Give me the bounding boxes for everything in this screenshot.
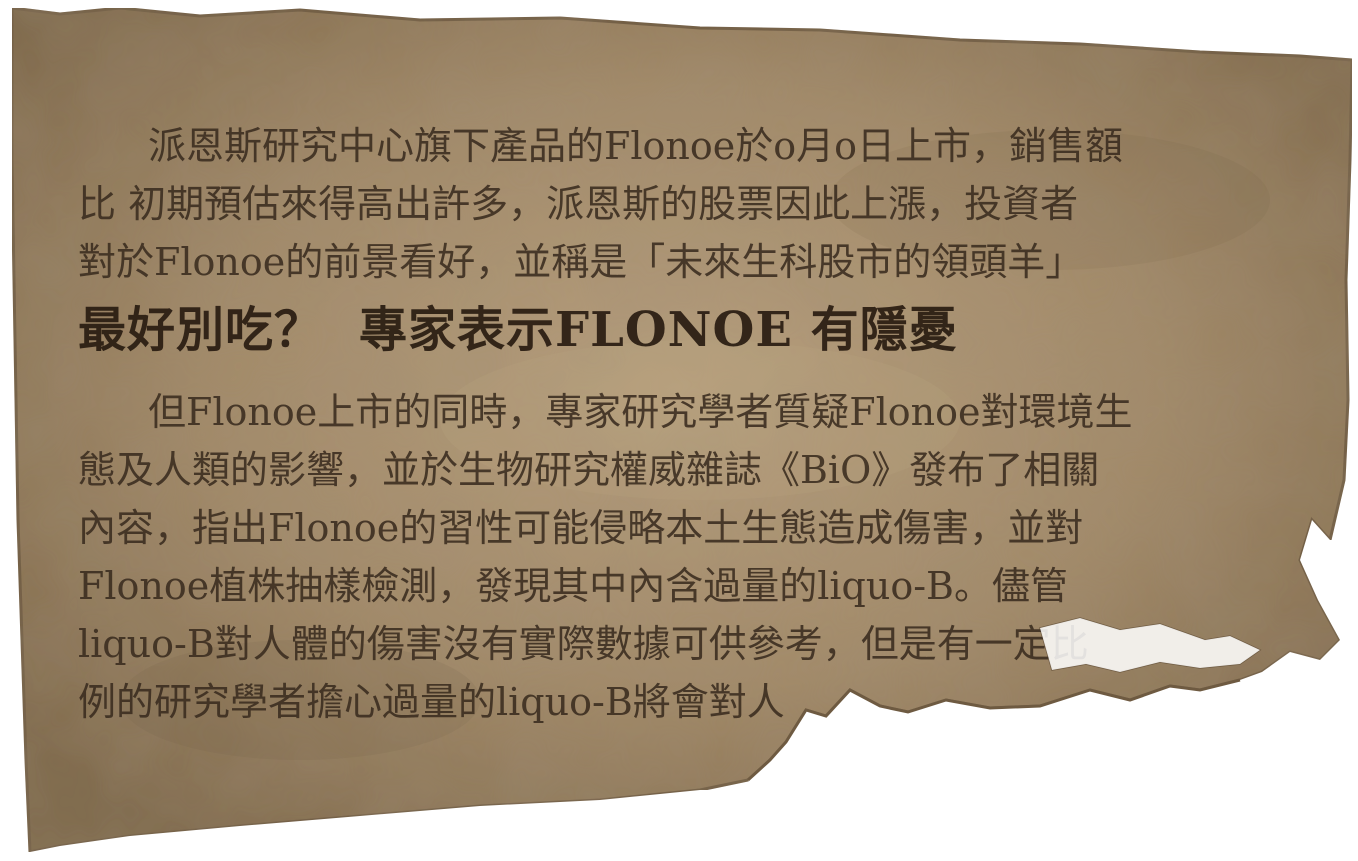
paragraph2-line5: liquo-B對人體的傷害沒有實際數據可供參考，但是有一定比: [78, 622, 1089, 666]
paragraph2-line2: 態及人類的影響，並於生物研究權威雜誌《BiO》發布了相關: [78, 448, 1100, 492]
headline-expert-warning: 專家表示FLONOE 有隱憂: [359, 302, 958, 358]
paragraph2-line1: 但Flonoe上市的同時，專家研究學者質疑Flonoe對環境生: [148, 390, 1133, 434]
article-text: 派恩斯研究中心旗下產品的Flonoe於o月o日上市，銷售額 比 初期預估來得高出…: [0, 0, 1358, 861]
paragraph2-line6: 例的研究學者擔心過量的liquo-B將會對人: [78, 680, 785, 724]
paragraph2-line3: 內容，指出Flonoe的習性可能侵略本土生態造成傷害，並對: [78, 506, 1084, 550]
paragraph1-line3: 對於Flonoe的前景看好，並稱是「未來生科股市的領頭羊」: [78, 240, 1084, 284]
paragraph2-line4: Flonoe植株抽樣檢測，發現其中內含過量的liquo-B。儘管: [78, 564, 1068, 608]
newspaper-clipping: 派恩斯研究中心旗下產品的Flonoe於o月o日上市，銷售額 比 初期預估來得高出…: [0, 0, 1358, 861]
paragraph1-line2: 比 初期預估來得高出許多，派恩斯的股票因此上漲，投資者: [78, 182, 1079, 226]
paragraph1-line1: 派恩斯研究中心旗下產品的Flonoe於o月o日上市，銷售額: [148, 124, 1123, 168]
headline-question: 最好別吃？: [78, 302, 324, 358]
headline: 最好別吃？ 專家表示FLONOE 有隱憂: [78, 300, 958, 360]
